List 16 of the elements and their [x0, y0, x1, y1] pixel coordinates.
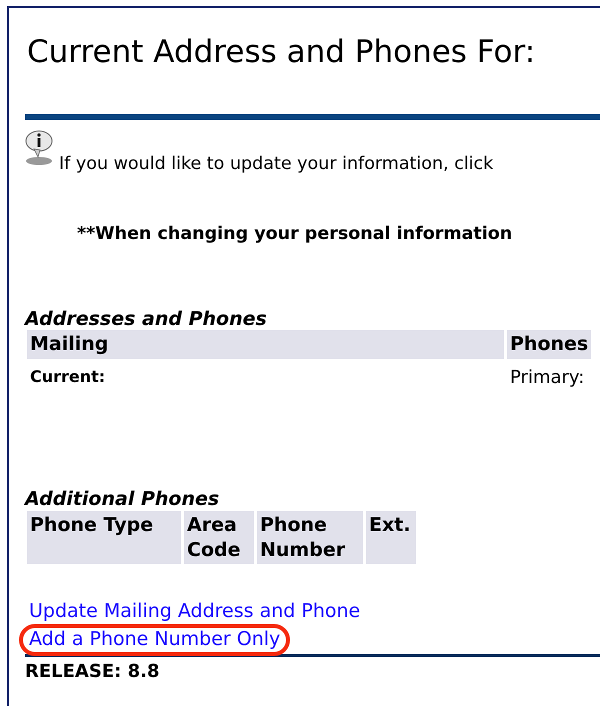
notice-text: **When changing your personal information: [77, 223, 514, 246]
column-header: Phones: [507, 330, 592, 360]
section-heading: Additional Phones: [25, 488, 220, 511]
link[interactable]: Add a Phone Number Only: [19, 624, 290, 656]
column-header: Area Code: [184, 510, 254, 564]
page-title: Current Address and Phones For:: [27, 34, 536, 72]
info-icon: [25, 130, 53, 166]
section-heading: Addresses and Phones: [25, 308, 268, 330]
column-header: Phone Number: [257, 510, 363, 564]
column-header: Phone Type: [27, 510, 181, 564]
release-label: RELEASE: 8.8: [25, 660, 160, 684]
table-cell-text: Current:: [29, 366, 106, 388]
column-header: Ext.: [366, 510, 416, 564]
table-cell-text: Primary:: [509, 366, 586, 390]
info-text: If you would like to update your information, click: [59, 153, 494, 176]
column-header: Mailing: [27, 330, 504, 360]
